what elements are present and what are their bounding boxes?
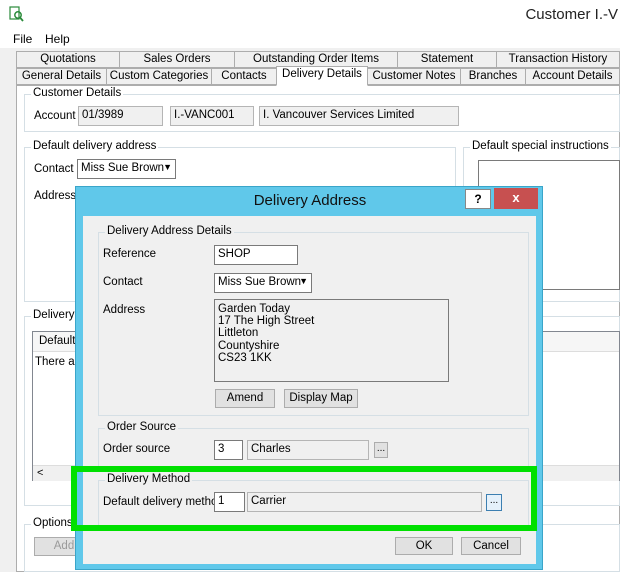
menu-bar: File Help <box>0 30 620 48</box>
tab-quotations[interactable]: Quotations <box>16 51 120 68</box>
window-title: Customer I.-V <box>525 6 618 23</box>
dialog-body: Delivery Address Details Reference SHOP … <box>83 216 536 564</box>
customer-app-icon <box>9 6 24 22</box>
contact-label: Contact <box>34 163 74 175</box>
tab-general-details[interactable]: General Details <box>16 68 107 85</box>
tab-delivery-details[interactable]: Delivery Details <box>276 66 368 86</box>
tab-custom-categories[interactable]: Custom Categories <box>106 68 212 85</box>
account-number-field[interactable]: 01/3989 <box>78 106 163 126</box>
special-instructions-title: Default special instructions <box>470 140 611 152</box>
default-delivery-title: Default delivery address <box>31 140 159 152</box>
account-label: Account <box>34 110 76 122</box>
address-line: Littleton <box>218 327 259 340</box>
delivery-method-code-field[interactable]: 1 <box>214 492 245 512</box>
default-contact-value: Miss Sue Brown <box>81 162 165 174</box>
menu-file[interactable]: File <box>13 32 32 46</box>
close-button[interactable]: x <box>494 188 538 209</box>
tab-sales-orders[interactable]: Sales Orders <box>119 51 235 68</box>
ok-button[interactable]: OK <box>395 537 453 555</box>
amend-button[interactable]: Amend <box>215 389 275 408</box>
tab-customer-notes[interactable]: Customer Notes <box>367 68 461 85</box>
order-source-name-field: Charles <box>247 440 369 460</box>
reference-label: Reference <box>103 248 157 260</box>
address-label: Address <box>34 190 77 202</box>
tab-account-details[interactable]: Account Details <box>525 68 620 85</box>
dialog-address-label: Address <box>103 304 146 316</box>
order-source-label: Order source <box>103 443 171 455</box>
address-line: Countyshire <box>218 339 280 352</box>
address-box[interactable]: Garden Today 17 The High Street Littleto… <box>214 299 449 382</box>
default-contact-dropdown[interactable]: Miss Sue Brown ▼ <box>77 159 176 179</box>
display-map-button[interactable]: Display Map <box>284 389 358 408</box>
order-source-browse-button[interactable]: ... <box>374 442 388 458</box>
delivery-method-browse-button[interactable]: ... <box>486 494 502 511</box>
delivery-address-dialog: Delivery Address ? x Delivery Address De… <box>75 186 543 570</box>
address-line: CS23 1KK <box>218 351 272 364</box>
tab-statement[interactable]: Statement <box>397 51 497 68</box>
address-line: Garden Today <box>218 303 291 315</box>
tab-branches[interactable]: Branches <box>460 68 526 85</box>
dialog-contact-label: Contact <box>103 276 143 288</box>
help-button[interactable]: ? <box>465 189 491 209</box>
address-line: 17 The High Street <box>218 315 315 328</box>
delivery-method-title: Delivery Method <box>105 473 193 485</box>
options-title: Options <box>31 517 75 529</box>
tab-transaction-history[interactable]: Transaction History <box>496 51 620 68</box>
chevron-down-icon: ▼ <box>163 162 172 172</box>
dialog-contact-dropdown[interactable]: Miss Sue Brown ▼ <box>214 273 312 293</box>
delivery-method-name-field: Carrier <box>247 492 482 512</box>
cancel-button[interactable]: Cancel <box>461 537 521 555</box>
delivery-address-details-title: Delivery Address Details <box>105 225 234 237</box>
title-bar: Customer I.-V <box>0 0 620 30</box>
menu-help[interactable]: Help <box>45 32 70 46</box>
tab-contacts[interactable]: Contacts <box>211 68 277 85</box>
delivery-method-label: Default delivery method <box>103 496 224 508</box>
order-source-title: Order Source <box>105 421 179 433</box>
account-name-field[interactable]: I. Vancouver Services Limited <box>259 106 459 126</box>
scroll-left-icon[interactable]: < <box>37 467 43 479</box>
chevron-down-icon: ▼ <box>299 276 308 286</box>
customer-details-title: Customer Details <box>31 87 124 99</box>
account-code-field[interactable]: I.-VANC001 <box>170 106 254 126</box>
order-source-code-field[interactable]: 3 <box>214 440 243 460</box>
reference-field[interactable]: SHOP <box>214 245 298 265</box>
dialog-contact-value: Miss Sue Brown <box>218 276 302 288</box>
